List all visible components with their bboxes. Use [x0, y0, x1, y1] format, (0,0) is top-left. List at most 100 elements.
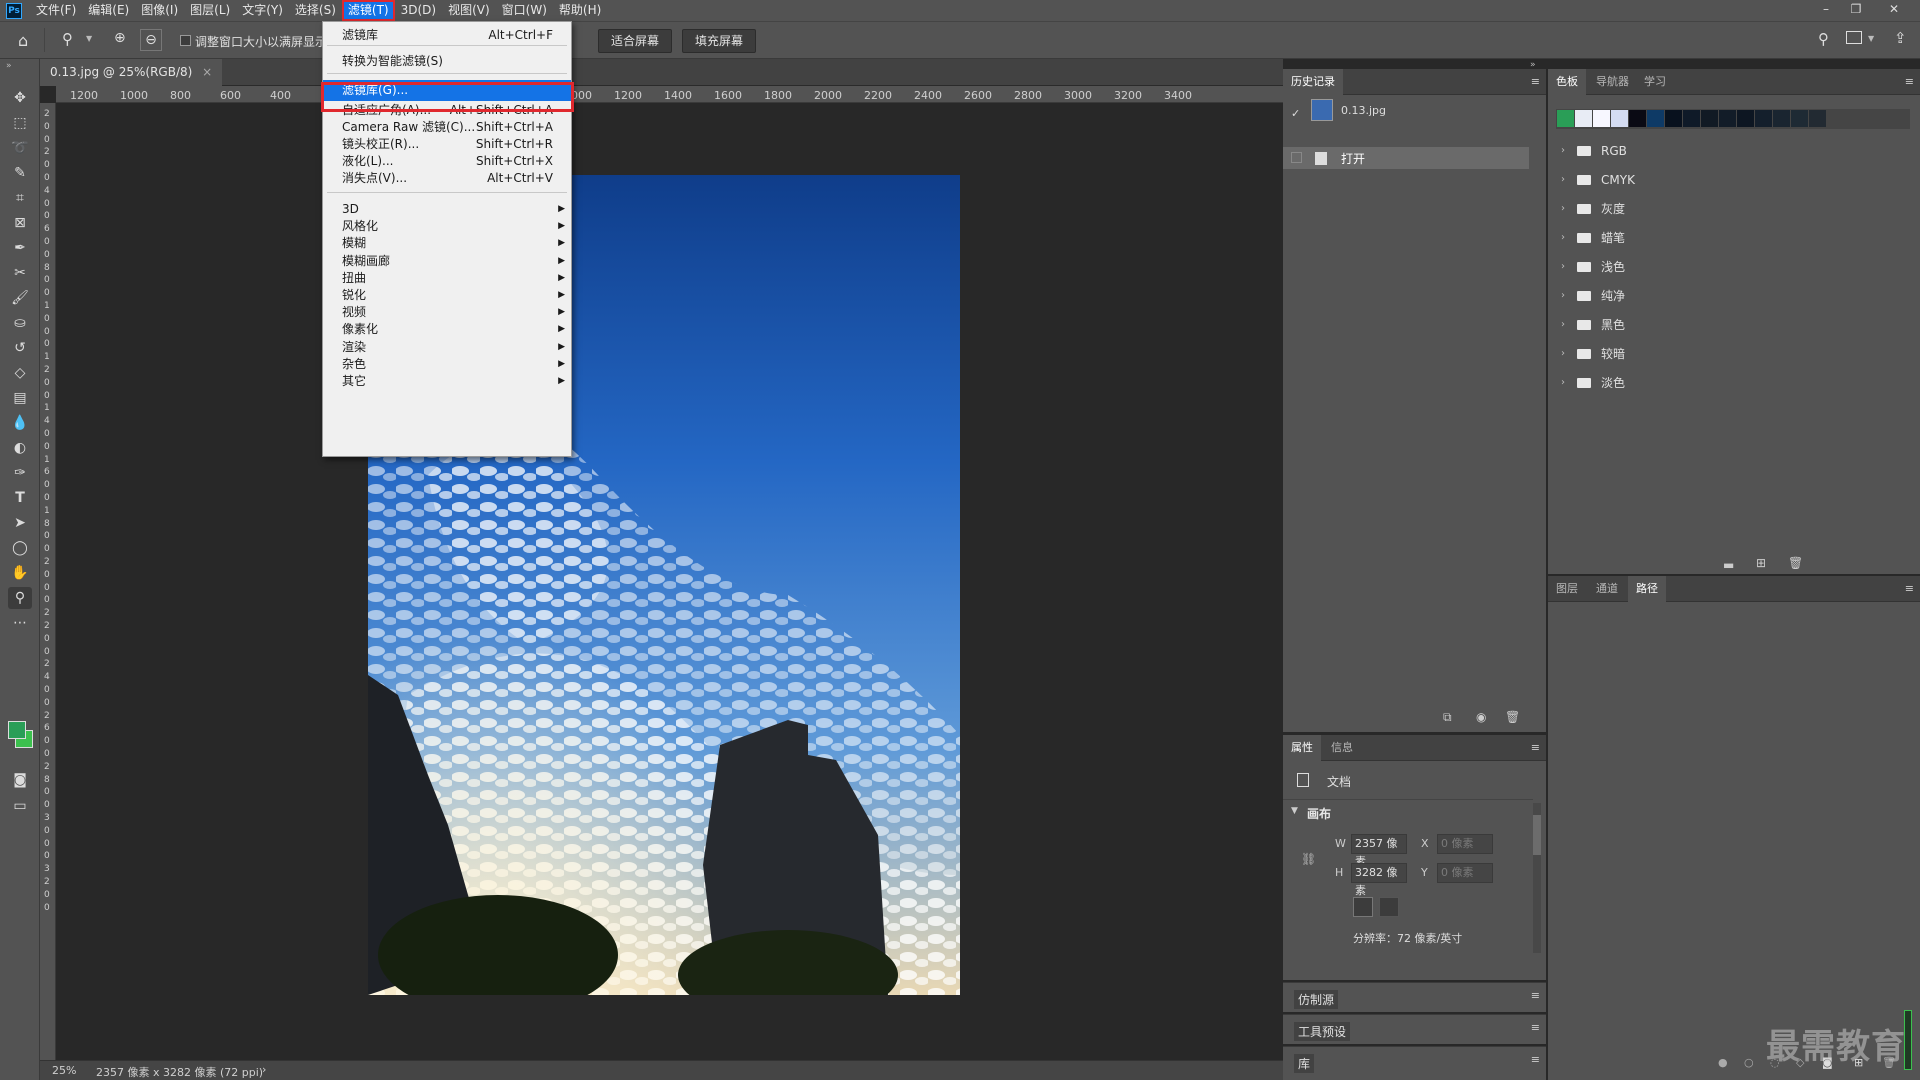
- tab-swatches[interactable]: 色板: [1548, 69, 1586, 95]
- eyedropper-icon[interactable]: ✒: [8, 237, 32, 259]
- filter-submenu-item[interactable]: 杂色 ▶: [323, 355, 571, 373]
- color-swatch[interactable]: [1593, 110, 1610, 127]
- zoom-tool-icon[interactable]: ⚲: [8, 587, 32, 609]
- pen-tool-icon[interactable]: ✑: [8, 462, 32, 484]
- hand-tool-icon[interactable]: ✋: [8, 562, 32, 584]
- height-field[interactable]: 3282 像素: [1351, 863, 1407, 897]
- filter-submenu-item[interactable]: 渲染 ▶: [323, 338, 571, 356]
- close-tab-icon[interactable]: ×: [202, 65, 212, 79]
- restore-icon[interactable]: ❐: [1842, 0, 1870, 21]
- eraser-icon[interactable]: ◇: [8, 362, 32, 384]
- libraries-panel-header[interactable]: 库 ≡: [1283, 1046, 1546, 1080]
- color-swatch[interactable]: [1791, 110, 1808, 127]
- filter-menu-item[interactable]: 滤镜库 Alt+Ctrl+F: [323, 25, 571, 46]
- collapse-toolbar-icon[interactable]: »: [6, 61, 12, 71]
- swatch-group-row[interactable]: › 浅色: [1555, 252, 1895, 281]
- menu-3d[interactable]: 3D(D): [395, 0, 442, 21]
- more-tools-icon[interactable]: ⋯: [8, 612, 32, 634]
- healing-brush-icon[interactable]: ✂: [8, 262, 32, 284]
- path-selection-icon[interactable]: ➤: [8, 512, 32, 534]
- camera-icon[interactable]: ◉: [1476, 710, 1486, 724]
- swatch-group-row[interactable]: › 灰度: [1555, 194, 1895, 223]
- menu-file[interactable]: 文件(F): [30, 0, 82, 21]
- color-swatch[interactable]: [1773, 110, 1790, 127]
- canvas-area[interactable]: [56, 103, 1283, 1060]
- color-swatch[interactable]: [1629, 110, 1646, 127]
- y-field[interactable]: 0 像素: [1437, 863, 1493, 883]
- panel-menu-icon[interactable]: ≡: [1531, 989, 1540, 1002]
- dodge-tool-icon[interactable]: ◐: [8, 437, 32, 459]
- chevron-down-icon[interactable]: ▼: [1291, 806, 1298, 816]
- zoom-level[interactable]: 25%: [52, 1064, 76, 1077]
- tab-layers[interactable]: 图层: [1548, 576, 1586, 602]
- tab-channels[interactable]: 通道: [1588, 576, 1626, 602]
- portrait-orientation-icon[interactable]: [1353, 897, 1373, 917]
- quick-selection-icon[interactable]: ✎: [8, 162, 32, 184]
- color-swatch[interactable]: [1647, 110, 1664, 127]
- blur-tool-icon[interactable]: 💧: [8, 412, 32, 434]
- color-swatch[interactable]: [1665, 110, 1682, 127]
- clone-source-panel-header[interactable]: 仿制源 ≡: [1283, 982, 1546, 1012]
- scrollbar-thumb[interactable]: [1533, 815, 1541, 855]
- width-field[interactable]: 2357 像素: [1351, 834, 1407, 868]
- panel-menu-icon[interactable]: ≡: [1905, 75, 1914, 88]
- chevron-right-icon[interactable]: ›: [1555, 174, 1571, 185]
- tab-history[interactable]: 历史记录: [1283, 69, 1343, 95]
- swatch-group-row[interactable]: › 纯净: [1555, 281, 1895, 310]
- chevron-right-icon[interactable]: ›: [1555, 377, 1571, 388]
- chevron-down-icon[interactable]: ▼: [86, 34, 92, 43]
- fit-screen-button[interactable]: 适合屏幕: [598, 29, 673, 53]
- filter-submenu-item[interactable]: 3D ▶: [323, 200, 571, 218]
- color-swatch[interactable]: [1737, 110, 1754, 127]
- menu-filter[interactable]: 滤镜(T): [341, 0, 395, 21]
- stroke-path-icon[interactable]: ○: [1744, 1056, 1754, 1069]
- landscape-orientation-icon[interactable]: [1379, 897, 1399, 917]
- resize-windows-checkbox[interactable]: [180, 35, 191, 46]
- chevron-right-icon[interactable]: ›: [1555, 290, 1571, 301]
- home-icon[interactable]: ⌂: [18, 31, 28, 50]
- lasso-tool-icon[interactable]: ➰: [8, 137, 32, 159]
- chevron-right-icon[interactable]: ›: [1555, 203, 1571, 214]
- status-menu-arrow-icon[interactable]: ›: [262, 1063, 266, 1076]
- menu-layer[interactable]: 图层(L): [184, 0, 236, 21]
- minimize-icon[interactable]: –: [1812, 0, 1840, 21]
- snapshot-label[interactable]: 0.13.jpg: [1341, 104, 1386, 117]
- close-icon[interactable]: ✕: [1880, 0, 1908, 21]
- trash-icon[interactable]: 🗑: [1505, 710, 1520, 724]
- zoom-out-icon[interactable]: ⊖: [140, 29, 162, 51]
- link-icon[interactable]: ⛓: [1301, 852, 1316, 866]
- history-brush-icon[interactable]: ↺: [8, 337, 32, 359]
- x-field[interactable]: 0 像素: [1437, 834, 1493, 854]
- new-swatch-icon[interactable]: ⊞: [1756, 556, 1766, 570]
- swatch-group-row[interactable]: › 黑色: [1555, 310, 1895, 339]
- snapshot-thumbnail[interactable]: [1311, 99, 1333, 121]
- workspace-icon[interactable]: [1846, 31, 1862, 44]
- panel-menu-icon[interactable]: ≡: [1531, 75, 1540, 88]
- menu-image[interactable]: 图像(I): [135, 0, 184, 21]
- chevron-right-icon[interactable]: ›: [1555, 232, 1571, 243]
- tool-presets-panel-header[interactable]: 工具预设 ≡: [1283, 1014, 1546, 1044]
- filter-menu-item[interactable]: 消失点(V)... Alt+Ctrl+V: [323, 168, 571, 189]
- fill-path-icon[interactable]: ●: [1718, 1056, 1728, 1069]
- chevron-right-icon[interactable]: ›: [1555, 261, 1571, 272]
- collapse-panels-icon[interactable]: »: [1530, 60, 1536, 70]
- search-icon[interactable]: ⚲: [1818, 30, 1829, 48]
- chevron-right-icon[interactable]: ›: [1555, 145, 1571, 156]
- filter-submenu-item[interactable]: 像素化 ▶: [323, 320, 571, 338]
- brush-tool-icon[interactable]: 🖌: [8, 287, 32, 309]
- marquee-tool-icon[interactable]: ⬚: [8, 112, 32, 134]
- quick-mask-icon[interactable]: ◙: [8, 769, 32, 791]
- trash-icon[interactable]: 🗑: [1788, 556, 1803, 570]
- panel-menu-icon[interactable]: ≡: [1531, 1021, 1540, 1034]
- history-state-checkbox[interactable]: [1291, 152, 1302, 163]
- panel-menu-icon[interactable]: ≡: [1531, 741, 1540, 754]
- new-group-folder-icon[interactable]: ▬: [1723, 558, 1734, 572]
- filter-submenu-item[interactable]: 模糊 ▶: [323, 234, 571, 252]
- swatch-group-row[interactable]: › CMYK: [1555, 165, 1895, 194]
- history-brush-source-icon[interactable]: ✓: [1291, 107, 1300, 120]
- menu-view[interactable]: 视图(V): [442, 0, 496, 21]
- filter-submenu-item[interactable]: 其它 ▶: [323, 372, 571, 390]
- ellipse-tool-icon[interactable]: ◯: [8, 537, 32, 559]
- new-document-from-state-icon[interactable]: ⧉: [1443, 710, 1452, 725]
- filter-submenu-item[interactable]: 扭曲 ▶: [323, 269, 571, 287]
